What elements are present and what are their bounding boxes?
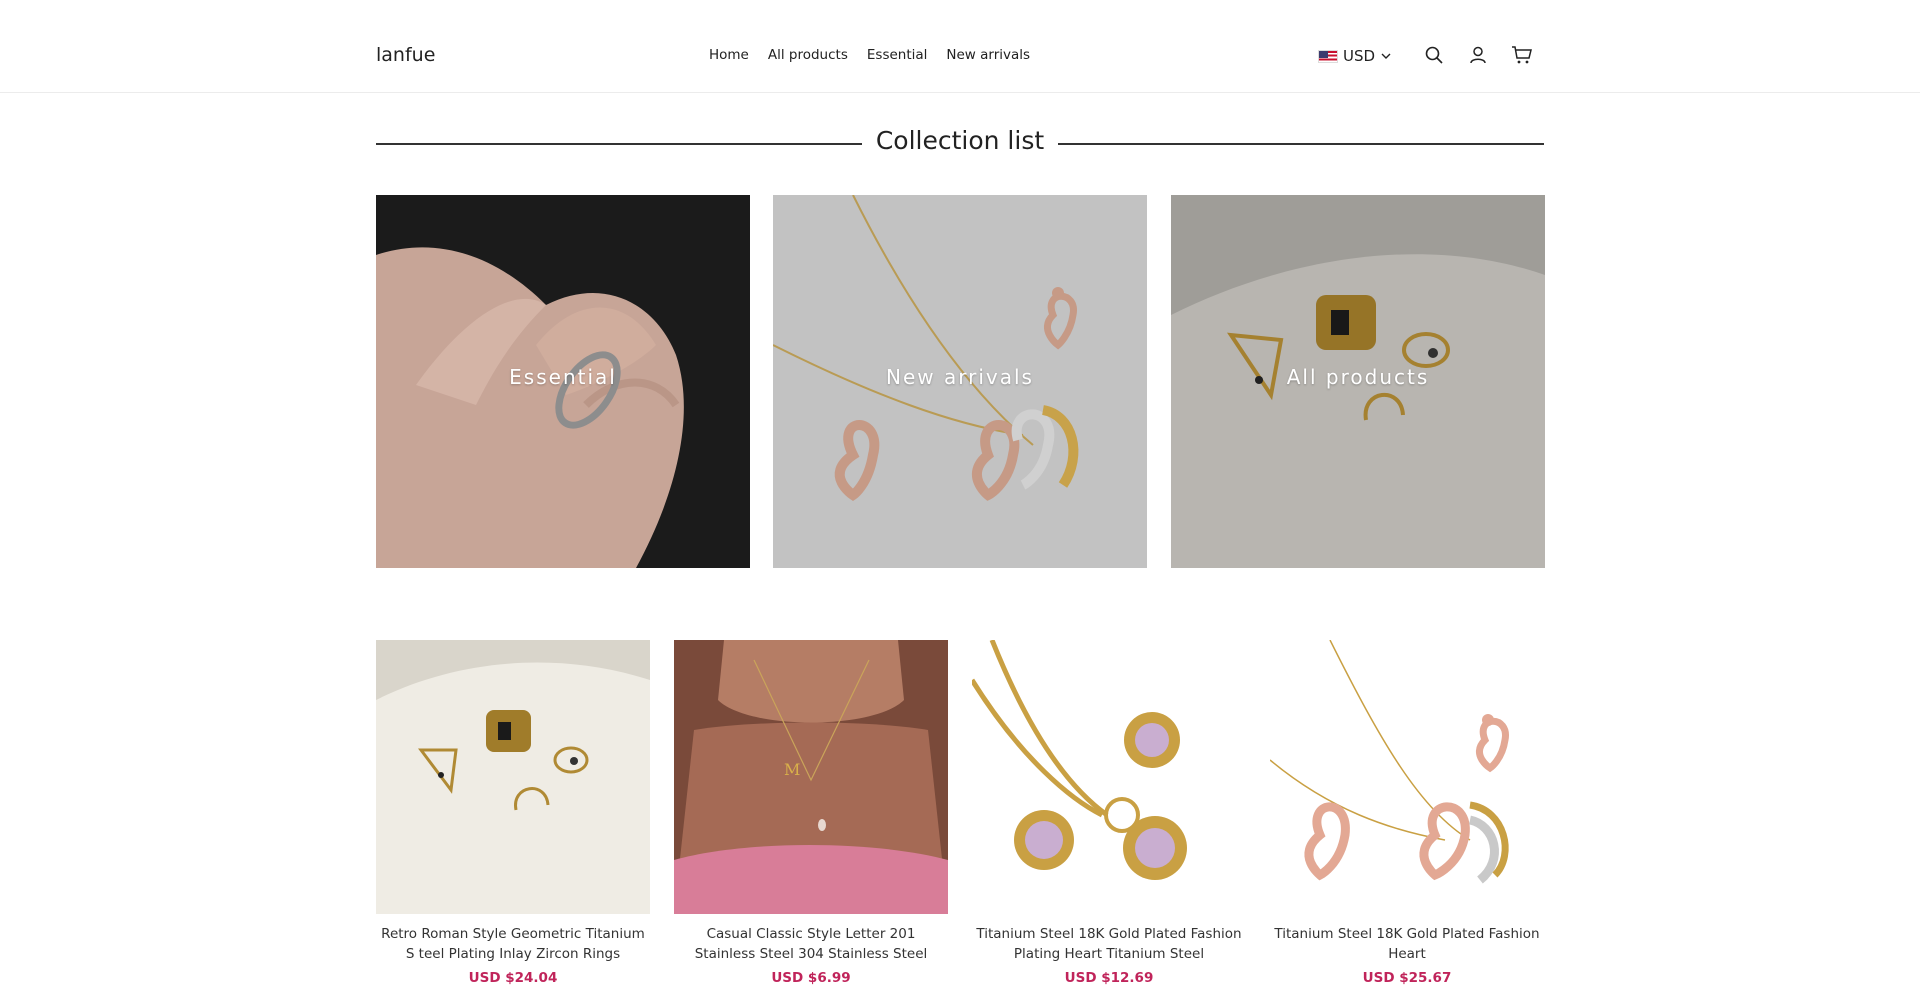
tile-label: All products	[1286, 365, 1430, 389]
collection-tile-all-products[interactable]: All products	[1171, 195, 1545, 568]
account-icon[interactable]	[1466, 43, 1490, 67]
product-price: USD $6.99	[771, 970, 851, 986]
product-image[interactable]	[1270, 640, 1544, 914]
currency-selector[interactable]: USD	[1318, 47, 1392, 65]
tile-label: Essential	[509, 365, 617, 389]
collection-tile-new-arrivals[interactable]: New arrivals	[773, 195, 1147, 568]
product-image[interactable]: M	[674, 640, 948, 914]
product-name[interactable]: Titanium Steel 18K Gold Plated Fashion H…	[1270, 924, 1544, 964]
svg-text:M: M	[784, 760, 800, 779]
product-card: Titanium Steel 18K Gold Plated Fashion H…	[1270, 640, 1544, 986]
search-icon[interactable]	[1422, 43, 1446, 67]
product-name[interactable]: Titanium Steel 18K Gold Plated Fashion P…	[972, 924, 1246, 964]
product-price: USD $24.04	[468, 970, 558, 986]
cart-icon[interactable]	[1510, 43, 1534, 67]
site-logo[interactable]: lanfue	[376, 44, 435, 66]
product-card: Retro Roman Style Geometric Titanium S t…	[376, 640, 650, 986]
main-nav: Home All products Essential New arrivals	[709, 47, 1030, 63]
product-name[interactable]: Casual Classic Style Letter 201 Stainles…	[674, 924, 948, 964]
collection-tile-essential[interactable]: Essential	[376, 195, 750, 568]
site-header: lanfue Home All products Essential New a…	[0, 0, 1920, 93]
tile-label: New arrivals	[886, 365, 1034, 389]
nav-item-all-products[interactable]: All products	[768, 47, 848, 63]
product-image[interactable]	[376, 640, 650, 914]
product-image[interactable]	[972, 640, 1246, 914]
product-card: Titanium Steel 18K Gold Plated Fashion P…	[972, 640, 1246, 986]
nav-item-essential[interactable]: Essential	[867, 47, 928, 63]
product-price: USD $25.67	[1362, 970, 1452, 986]
heading-divider-right	[1058, 143, 1544, 145]
nav-item-new-arrivals[interactable]: New arrivals	[946, 47, 1030, 63]
product-card: M Casual Classic Style Letter 201 Stainl…	[674, 640, 948, 986]
nav-item-home[interactable]: Home	[709, 47, 749, 63]
us-flag-icon	[1318, 49, 1338, 63]
chevron-down-icon	[1381, 53, 1391, 59]
collection-list-heading: Collection list	[376, 126, 1544, 162]
product-price: USD $12.69	[1064, 970, 1154, 986]
section-title: Collection list	[875, 126, 1045, 155]
currency-label: USD	[1343, 47, 1376, 65]
product-name[interactable]: Retro Roman Style Geometric Titanium S t…	[376, 924, 650, 964]
